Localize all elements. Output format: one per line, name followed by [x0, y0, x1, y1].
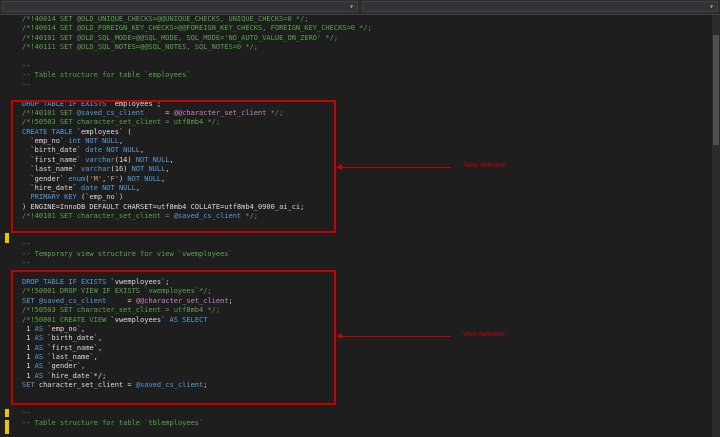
- code-line[interactable]: /*!40014 SET @OLD_UNIQUE_CHECKS=@@UNIQUE…: [22, 15, 712, 24]
- code-token: --: [22, 61, 31, 70]
- table-definition-highlight: [11, 100, 336, 233]
- code-line[interactable]: -- Temporary view structure for view `vw…: [22, 250, 712, 259]
- code-token: --: [22, 240, 31, 249]
- table-definition-label: Table definition: [463, 162, 507, 169]
- code-line[interactable]: --: [22, 409, 712, 418]
- code-token: /*!40014 SET @OLD_UNIQUE_CHECKS=@@UNIQUE…: [22, 15, 309, 23]
- code-line[interactable]: --: [22, 62, 712, 71]
- code-line[interactable]: --: [22, 240, 712, 249]
- chevron-down-icon: ▾: [709, 2, 714, 11]
- code-line[interactable]: /*!40111 SET @OLD_SQL_NOTES=@@SQL_NOTES,…: [22, 43, 712, 52]
- code-token: -- Temporary view structure for view `vw…: [22, 249, 233, 258]
- code-token: --: [22, 409, 31, 418]
- code-token: -- Table structure for table `tblemploye…: [22, 418, 204, 427]
- object-member-dropdown[interactable]: ▾: [362, 1, 718, 12]
- code-line[interactable]: --: [22, 259, 712, 268]
- code-line[interactable]: /*!40101 SET @OLD_SQL_MODE=@@SQL_MODE, S…: [22, 34, 712, 43]
- code-token: /*!40111 SET @OLD_SQL_NOTES=@@SQL_NOTES,…: [22, 43, 259, 52]
- change-marker: [5, 409, 9, 417]
- code-token: -- Table structure for table `employees`: [22, 71, 191, 80]
- code-line[interactable]: -- Table structure for table `tblemploye…: [22, 419, 712, 428]
- code-token: --: [22, 80, 31, 89]
- annotation-arrow: [341, 167, 451, 168]
- code-line[interactable]: -- Table structure for table `employees`: [22, 71, 712, 80]
- annotation-arrow: [341, 336, 451, 337]
- view-definition-label: View definition: [463, 331, 505, 338]
- code-token: --: [22, 259, 31, 268]
- vertical-scrollbar[interactable]: [712, 15, 720, 437]
- change-marker: [5, 420, 9, 434]
- object-type-dropdown[interactable]: ▾: [2, 1, 358, 12]
- scrollbar-thumb[interactable]: [713, 35, 719, 145]
- code-line[interactable]: /*!40014 SET @OLD_FOREIGN_KEY_CHECKS=@@F…: [22, 24, 712, 33]
- view-definition-highlight: [11, 270, 336, 405]
- change-marker: [5, 233, 9, 243]
- code-token: /*!40014 SET @OLD_FOREIGN_KEY_CHECKS=@@F…: [22, 24, 372, 33]
- toolbar: ▾ ▾: [0, 0, 720, 15]
- code-line[interactable]: [22, 53, 712, 62]
- code-token: /*!40101 SET @OLD_SQL_MODE=@@SQL_MODE, S…: [22, 33, 339, 42]
- chevron-down-icon: ▾: [349, 2, 354, 11]
- code-line[interactable]: --: [22, 81, 712, 90]
- code-line[interactable]: [22, 90, 712, 99]
